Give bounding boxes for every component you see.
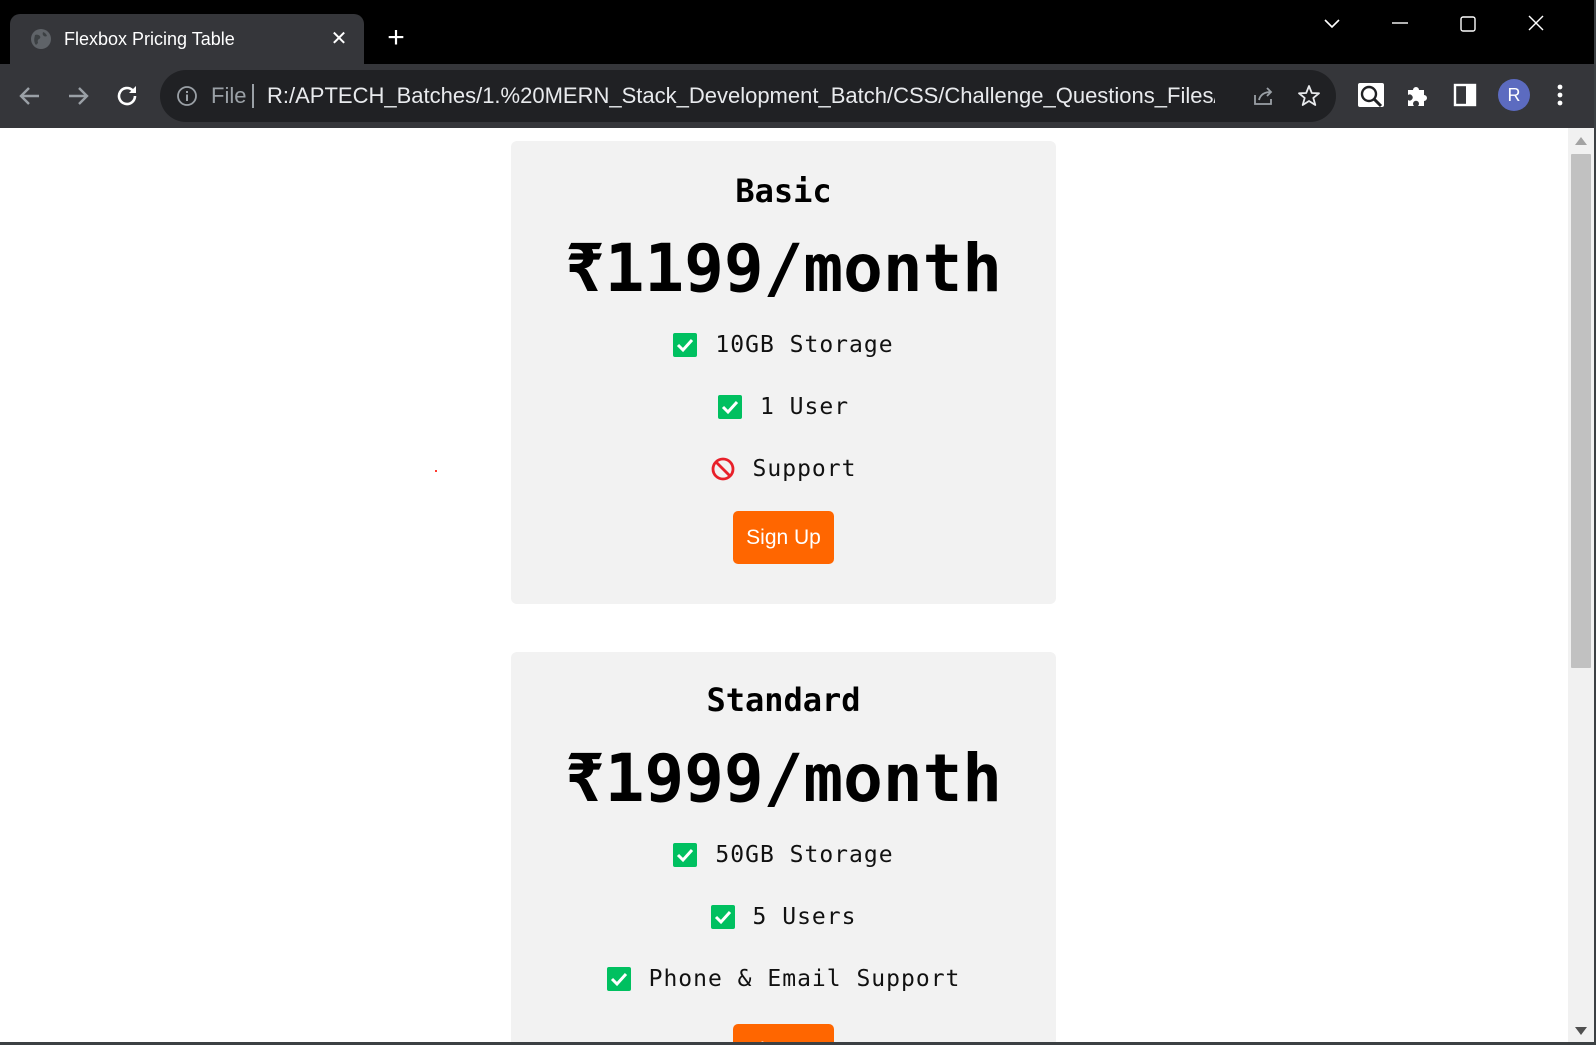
tab-title: Flexbox Pricing Table [64,29,235,49]
sign-up-button[interactable]: Sign Up [733,511,834,564]
check-box-icon [710,905,735,929]
scroll-down-arrow-icon[interactable] [1574,1026,1588,1036]
stray-dot [435,470,437,472]
plan-name: Basic [735,172,832,210]
extension-search-icon[interactable] [1356,80,1386,110]
bookmark-star-icon[interactable] [1296,83,1322,109]
feature-label: 1 User [759,394,850,420]
globe-icon [31,29,51,49]
reload-icon[interactable] [111,80,143,112]
plan-price: ₹1999/month [564,740,1003,817]
pricing-card-standard: Standard ₹1999/month 50GB Storage 5 User… [511,652,1056,1045]
plan-name: Standard [706,681,861,719]
info-icon[interactable] [176,85,198,107]
maximize-icon[interactable] [1448,10,1488,38]
feature-label: Support [752,456,857,482]
feature-item: 1 User [511,390,1056,424]
side-panel-icon[interactable] [1450,80,1480,110]
feature-item: 5 Users [511,900,1056,934]
plan-price: ₹1199/month [564,230,1003,307]
check-box-icon [606,967,631,991]
feature-item: Phone & Email Support [511,962,1056,996]
check-box-icon [673,843,698,867]
scrollbar-thumb[interactable] [1571,154,1591,668]
profile-avatar[interactable]: R [1498,79,1530,111]
feature-label: 10GB Storage [715,332,894,358]
feature-item: 10GB Storage [511,328,1056,362]
feature-label: 5 Users [752,904,857,930]
feature-item: Support [511,452,1056,486]
page-viewport: Basic ₹1199/month 10GB Storage 1 User Su… [0,128,1596,1045]
check-box-icon [717,395,742,419]
address-bar[interactable]: File R:/APTECH_Batches/1.%20MERN_Stack_D… [160,70,1336,122]
minimize-icon[interactable] [1380,10,1420,38]
check-box-icon [673,333,698,357]
back-arrow-icon[interactable] [14,80,46,112]
pricing-card-basic: Basic ₹1199/month 10GB Storage 1 User Su… [511,141,1056,604]
browser-toolbar: File R:/APTECH_Batches/1.%20MERN_Stack_D… [0,64,1596,128]
tab-search-icon[interactable] [1312,10,1352,38]
feature-item: 50GB Storage [511,838,1056,872]
prohibited-icon [711,457,734,481]
extensions-puzzle-icon[interactable] [1402,80,1432,110]
close-icon[interactable]: ✕ [328,28,350,50]
share-icon[interactable] [1250,83,1276,109]
feature-label: Phone & Email Support [648,966,961,992]
vertical-scrollbar[interactable] [1568,128,1594,1045]
url-text[interactable]: R:/APTECH_Batches/1.%20MERN_Stack_Develo… [267,84,1215,108]
url-scheme-label: File [211,83,247,108]
url-separator [252,84,254,108]
browser-titlebar: Flexbox Pricing Table ✕ + [0,0,1596,64]
browser-tab-active[interactable]: Flexbox Pricing Table ✕ [10,14,364,64]
forward-arrow-icon[interactable] [62,80,94,112]
scroll-up-arrow-icon[interactable] [1574,136,1588,146]
more-menu-icon[interactable] [1548,80,1572,110]
close-window-icon[interactable] [1516,10,1556,38]
feature-label: 50GB Storage [715,842,894,868]
new-tab-button[interactable]: + [380,22,412,54]
